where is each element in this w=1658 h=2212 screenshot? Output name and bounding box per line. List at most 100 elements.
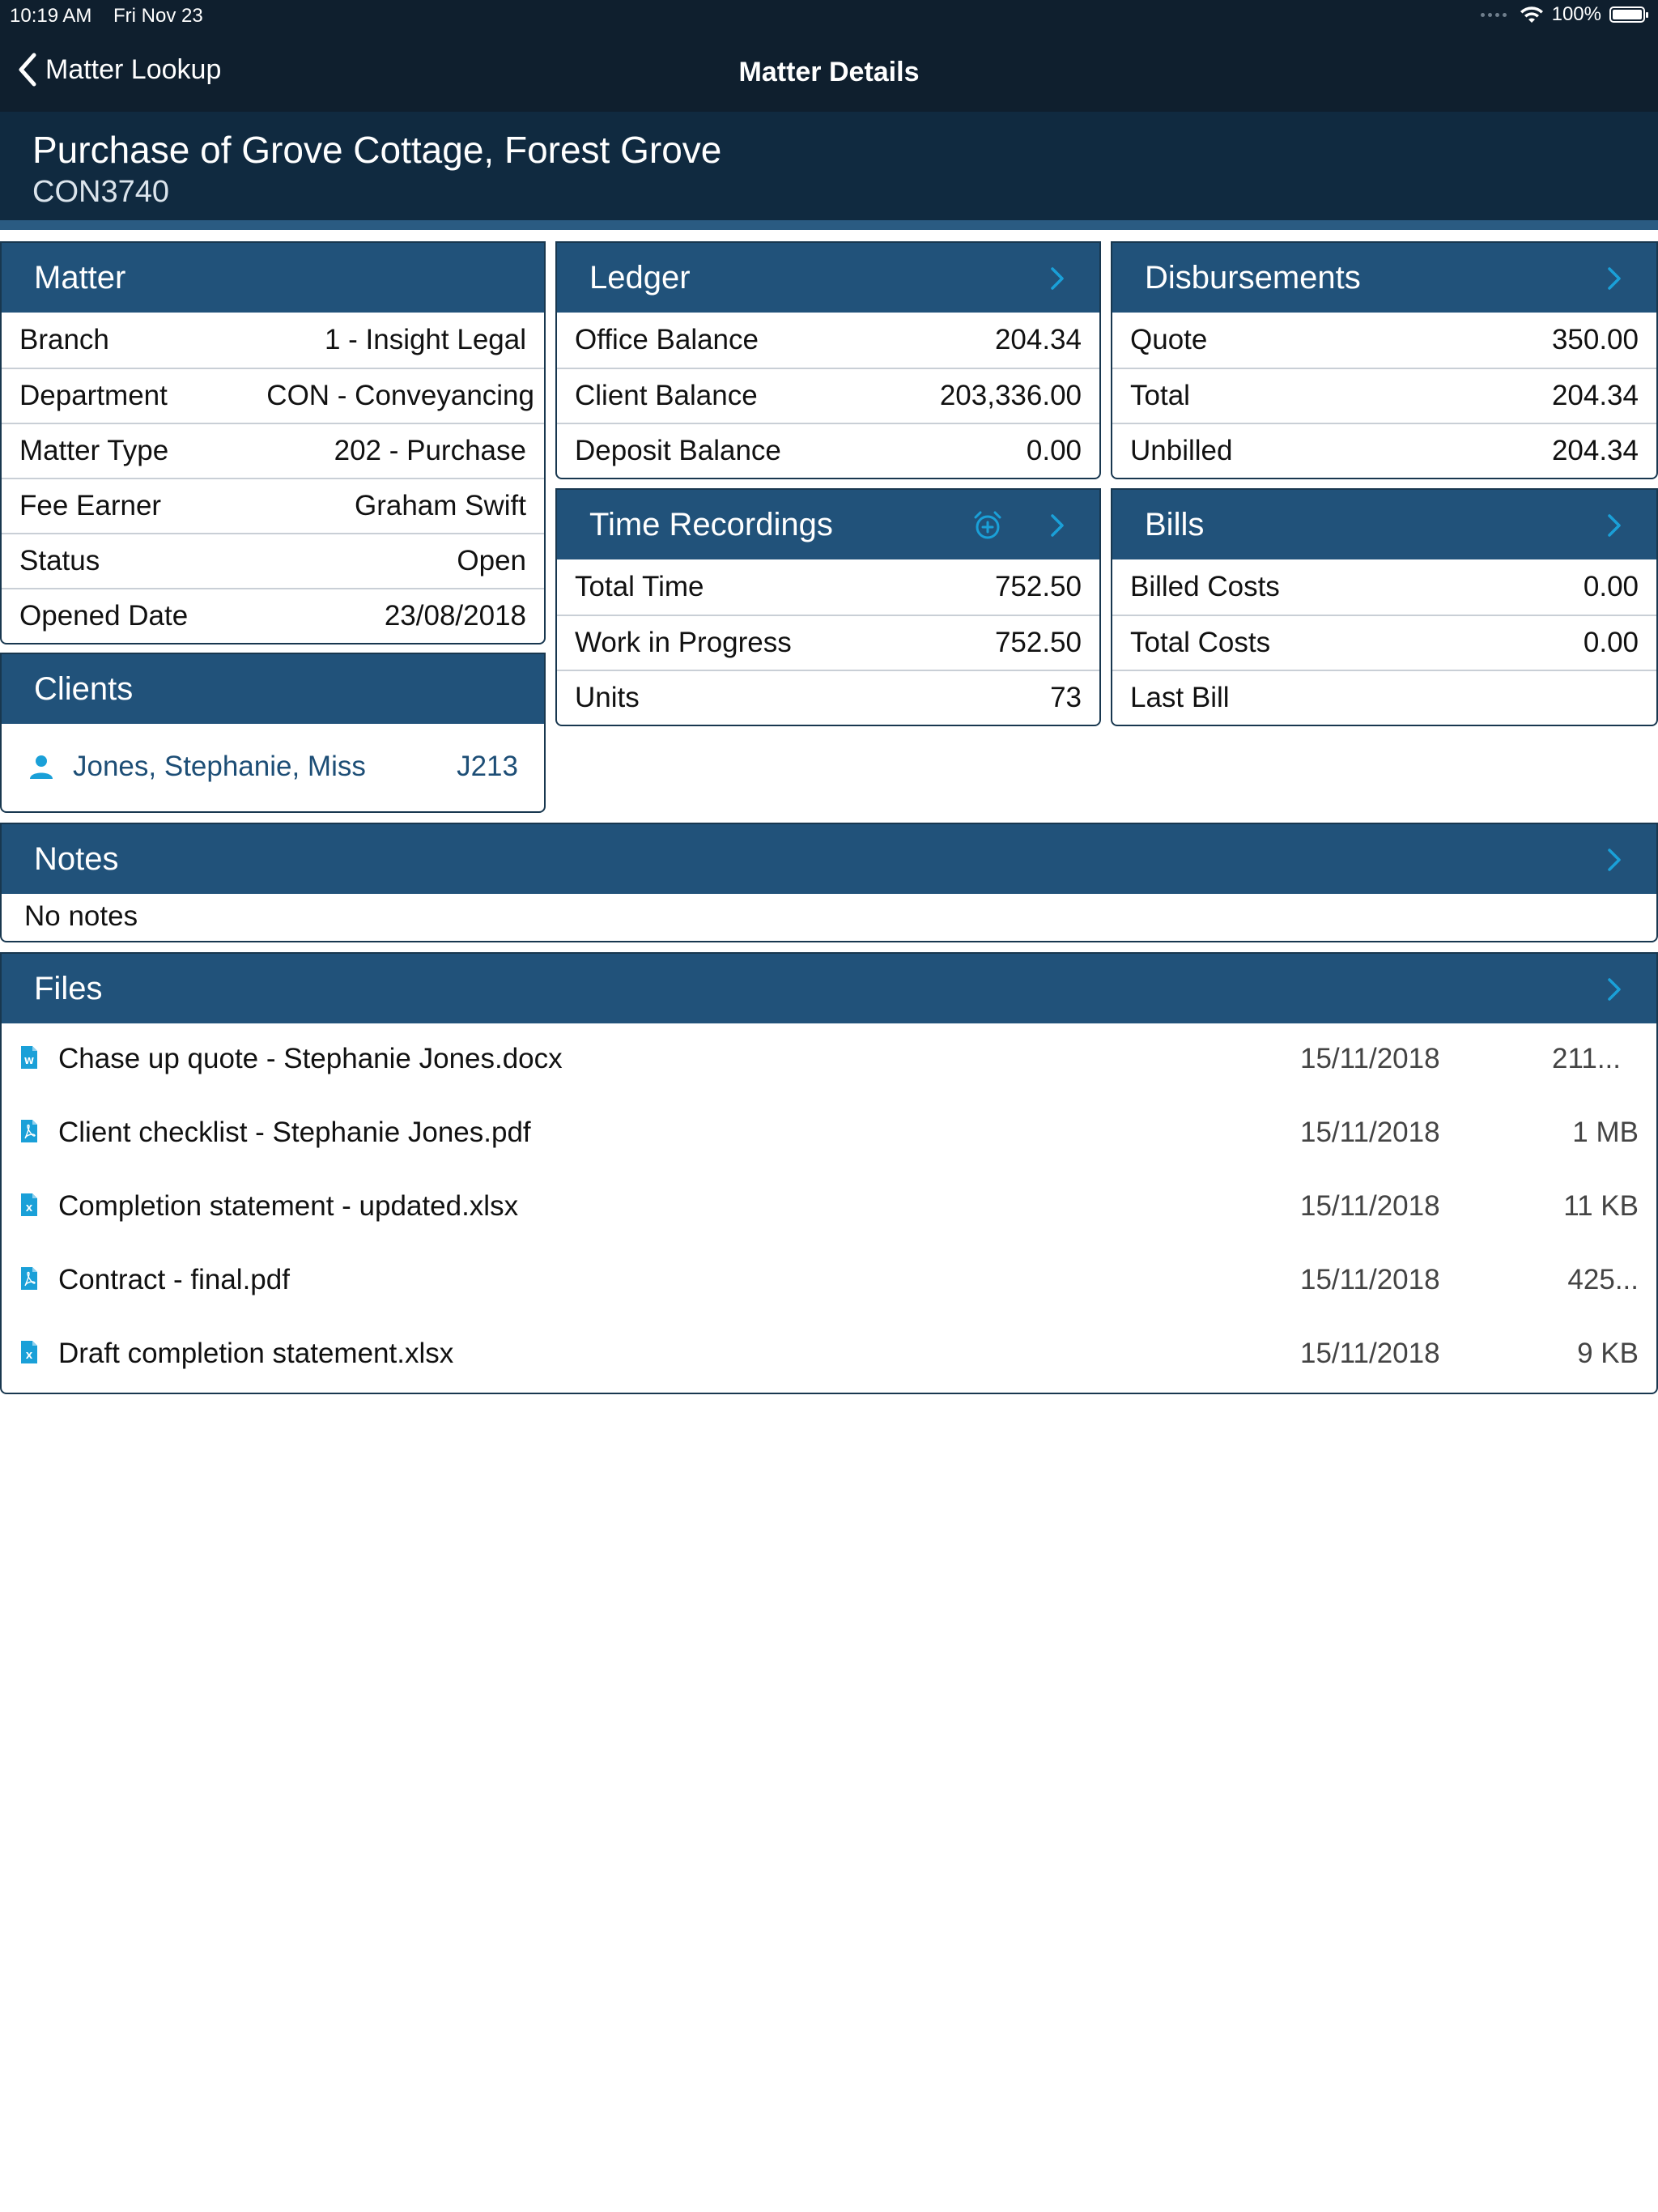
bills-panel-title: Bills [1145,507,1205,542]
notes-panel-header[interactable]: Notes [2,824,1656,894]
matter-row-department: Department CON - Conveyancing [2,368,544,423]
disbursements-row-quote: Quote 350.00 [1112,313,1656,368]
disbursements-panel[interactable]: Disbursements Quote 350.00 Total 204.34 Un… [1111,241,1658,479]
chevron-right-icon[interactable] [1048,509,1067,542]
row-label: Fee Earner [19,490,162,521]
row-value: 204.34 [1551,380,1639,411]
file-size: 425... [1567,1264,1639,1295]
chevron-right-icon[interactable] [1605,844,1624,876]
row-value: 0.00 [1583,571,1639,602]
status-time: 10:19 AM [10,5,92,27]
row-value: Open [457,545,526,576]
time-recordings-panel-header[interactable]: Time Recordings [557,490,1099,559]
bills-panel[interactable]: Bills Billed Costs 0.00 Total Costs 0.00 L… [1111,488,1658,726]
svg-text:W: W [24,1056,34,1066]
matter-code: CON3740 [32,175,169,209]
chevron-right-icon[interactable] [1605,973,1624,1006]
matter-panel-title: Matter [34,260,126,296]
pdf-file-icon [21,1120,37,1142]
row-label: Department [19,380,168,411]
clients-panel-title: Clients [34,671,134,707]
client-id: J213 [457,751,518,782]
row-label: Work in Progress [575,627,792,658]
disbursements-row-unbilled: Unbilled 204.34 [1112,423,1656,478]
client-item[interactable]: Jones, Stephanie, Miss J213 [2,724,544,810]
notes-panel[interactable]: Notes No notes [0,823,1658,942]
disbursements-row-total: Total 204.34 [1112,368,1656,423]
file-date: 15/11/2018 [1300,1264,1440,1295]
ledger-row-client-balance: Client Balance 203,336.00 [557,368,1099,423]
files-panel-title: Files [34,971,103,1006]
bills-row-billed-costs: Billed Costs 0.00 [1112,559,1656,615]
bills-panel-header[interactable]: Bills [1112,490,1656,559]
pdf-file-icon [21,1267,37,1290]
header-divider [0,220,1658,230]
row-label: Unbilled [1130,435,1233,466]
file-size: 211... [1552,1043,1621,1074]
row-value: 0.00 [1583,627,1639,658]
row-label: Quote [1130,324,1208,355]
bills-row-total-costs: Total Costs 0.00 [1112,615,1656,670]
ledger-panel-header[interactable]: Ledger [557,243,1099,313]
matter-row-opened-date: Opened Date 23/08/2018 [2,588,544,643]
file-name: Client checklist - Stephanie Jones.pdf [58,1117,531,1148]
disbursements-panel-title: Disbursements [1145,260,1361,296]
wifi-icon [1520,6,1543,23]
add-alarm-icon[interactable] [971,509,1004,542]
matter-panel: Matter Branch 1 - Insight Legal Departmen… [0,241,546,644]
matter-panel-header: Matter [2,243,544,313]
row-value: CON - Conveyancing [266,380,534,411]
row-value: 752.50 [994,627,1082,658]
ledger-panel-title: Ledger [589,260,691,296]
row-value: Graham Swift [355,490,526,521]
ledger-row-deposit-balance: Deposit Balance 0.00 [557,423,1099,478]
ledger-panel[interactable]: Ledger Office Balance 204.34 Client Balan… [555,241,1101,479]
row-value: 202 - Purchase [334,435,526,466]
excel-file-icon: X [21,1193,37,1216]
file-item[interactable]: X Completion statement - updated.xlsx 15… [2,1171,1656,1244]
nav-bar: Matter Lookup Matter Details [0,34,1658,112]
chevron-right-icon[interactable] [1605,262,1624,295]
file-item[interactable]: Contract - final.pdf 15/11/2018 425... [2,1244,1656,1318]
status-bar: 10:19 AM Fri Nov 23 100% [0,0,1658,34]
excel-file-icon: X [21,1341,37,1363]
file-size: 1 MB [1572,1117,1639,1148]
file-item[interactable]: X Draft completion statement.xlsx 15/11/… [2,1318,1656,1392]
time-recordings-panel[interactable]: Time Recordings Total Time 752.50 Work in… [555,488,1101,726]
file-item[interactable]: Client checklist - Stephanie Jones.pdf 1… [2,1097,1656,1171]
row-value: 73 [1050,682,1082,713]
time-row-units: Units 73 [557,670,1099,725]
signal-icon [1480,12,1507,17]
files-panel-header[interactable]: Files [2,954,1656,1023]
row-label: Total [1130,380,1190,411]
chevron-right-icon[interactable] [1048,262,1067,295]
row-value: 204.34 [994,324,1082,355]
matter-header: Purchase of Grove Cottage, Forest Grove … [0,112,1658,220]
file-item[interactable]: W Chase up quote - Stephanie Jones.docx … [2,1023,1656,1097]
word-file-icon: W [21,1046,37,1069]
time-recordings-panel-title: Time Recordings [589,507,833,542]
file-size: 9 KB [1577,1338,1639,1369]
file-name: Completion statement - updated.xlsx [58,1190,519,1222]
matter-row-fee-earner: Fee Earner Graham Swift [2,478,544,533]
file-date: 15/11/2018 [1300,1338,1440,1369]
row-value: 23/08/2018 [384,600,526,632]
ledger-row-office-balance: Office Balance 204.34 [557,313,1099,368]
battery-percent: 100% [1551,3,1601,25]
row-label: Total Time [575,571,704,602]
matter-title: Purchase of Grove Cottage, Forest Grove [32,129,722,171]
nav-title: Matter Details [738,57,920,87]
row-value: 204.34 [1551,435,1639,466]
time-row-work-in-progress: Work in Progress 752.50 [557,615,1099,670]
svg-text:X: X [26,1203,33,1214]
chevron-right-icon[interactable] [1605,509,1624,542]
notes-panel-title: Notes [34,841,119,877]
time-row-total-time: Total Time 752.50 [557,559,1099,615]
row-label: Last Bill [1130,682,1230,713]
disbursements-panel-header[interactable]: Disbursements [1112,243,1656,313]
files-panel[interactable]: Files W Chase up quote - Stephanie Jones… [0,952,1658,1394]
row-label: Deposit Balance [575,435,781,466]
battery-icon [1609,6,1648,23]
matter-row-status: Status Open [2,533,544,588]
notes-text: No notes [24,900,138,932]
